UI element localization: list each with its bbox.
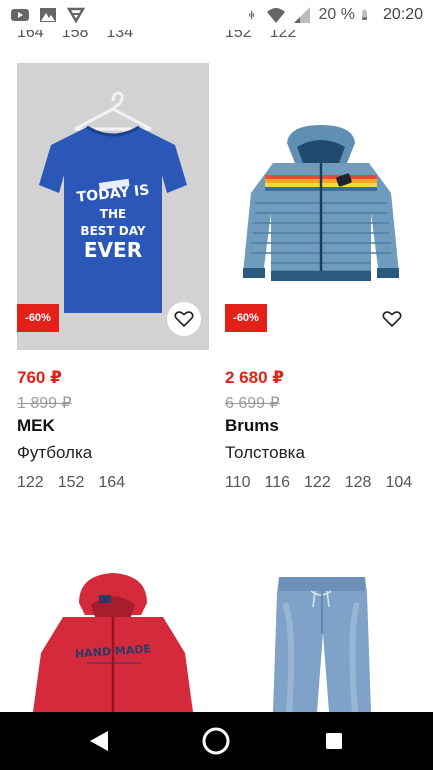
brand-name: MEK <box>17 416 55 435</box>
system-status: 20 % 20:20 <box>248 6 423 24</box>
product-image[interactable]: -60% <box>225 63 417 350</box>
svg-text:EVER: EVER <box>84 238 142 262</box>
notification-icons <box>10 6 86 24</box>
youtube-icon <box>11 9 29 21</box>
size-option[interactable]: 164 <box>98 474 125 492</box>
product-image[interactable] <box>225 543 417 712</box>
gallery-icon <box>40 8 56 22</box>
product-card[interactable]: -60% 2 680 ₽ 6 699 ₽ Brums Толстовка 110… <box>225 63 433 503</box>
system-nav-bar <box>0 712 433 770</box>
clock: 20:20 <box>382 6 423 23</box>
wifi-icon <box>267 8 286 23</box>
favorite-button[interactable] <box>167 302 201 336</box>
discount-badge: -60% <box>17 304 59 332</box>
heart-icon <box>174 311 194 328</box>
size-option[interactable]: 128 <box>345 474 372 492</box>
size-option[interactable]: 152 <box>58 474 85 492</box>
heart-icon <box>382 311 402 328</box>
brand-name: Brums <box>225 416 279 435</box>
product-image[interactable]: HAND MADE <box>17 543 209 712</box>
vibrate-icon <box>249 10 255 20</box>
jeans-image <box>273 577 371 712</box>
product-image[interactable]: TODAY IS THE BEST DAY EVER -60% <box>17 63 209 350</box>
recents-icon <box>326 733 343 749</box>
price-new: 760 ₽ <box>17 368 62 387</box>
size-option[interactable]: 110 <box>225 474 251 492</box>
size-option[interactable]: 122 <box>304 474 331 492</box>
product-card[interactable]: TODAY IS THE BEST DAY EVER -60% 760 ₽ 1 … <box>17 63 209 503</box>
red-hoodie-image: HAND MADE <box>33 573 193 712</box>
size-list: 110 116 122 128 104 <box>225 474 412 492</box>
back-icon <box>89 731 108 751</box>
svg-text:THE: THE <box>100 207 126 221</box>
media-icon <box>66 7 86 24</box>
size-option[interactable]: 122 <box>17 474 44 492</box>
battery-icon <box>362 9 367 20</box>
size-option[interactable]: 104 <box>385 474 412 492</box>
favorite-button[interactable] <box>375 302 409 336</box>
status-bar: 20 % 20:20 <box>0 0 433 30</box>
product-type: Толстовка <box>225 443 305 462</box>
discount-badge: -60% <box>225 304 267 332</box>
home-icon <box>202 727 230 755</box>
signal-icon <box>294 7 311 23</box>
price-new: 2 680 ₽ <box>225 368 285 387</box>
product-card[interactable] <box>225 543 417 712</box>
battery-percent: 20 % <box>318 6 355 23</box>
product-type: Футболка <box>17 443 93 462</box>
home-button[interactable] <box>196 721 236 761</box>
svg-text:BEST DAY: BEST DAY <box>80 224 145 238</box>
product-card[interactable]: HAND MADE <box>17 543 209 712</box>
size-list: 122 152 164 <box>17 474 125 492</box>
price-old: 6 699 ₽ <box>225 395 280 412</box>
price-old: 1 899 ₽ <box>17 395 72 412</box>
size-option[interactable]: 116 <box>265 474 291 492</box>
recents-button[interactable] <box>314 721 354 761</box>
back-button[interactable] <box>79 721 119 761</box>
